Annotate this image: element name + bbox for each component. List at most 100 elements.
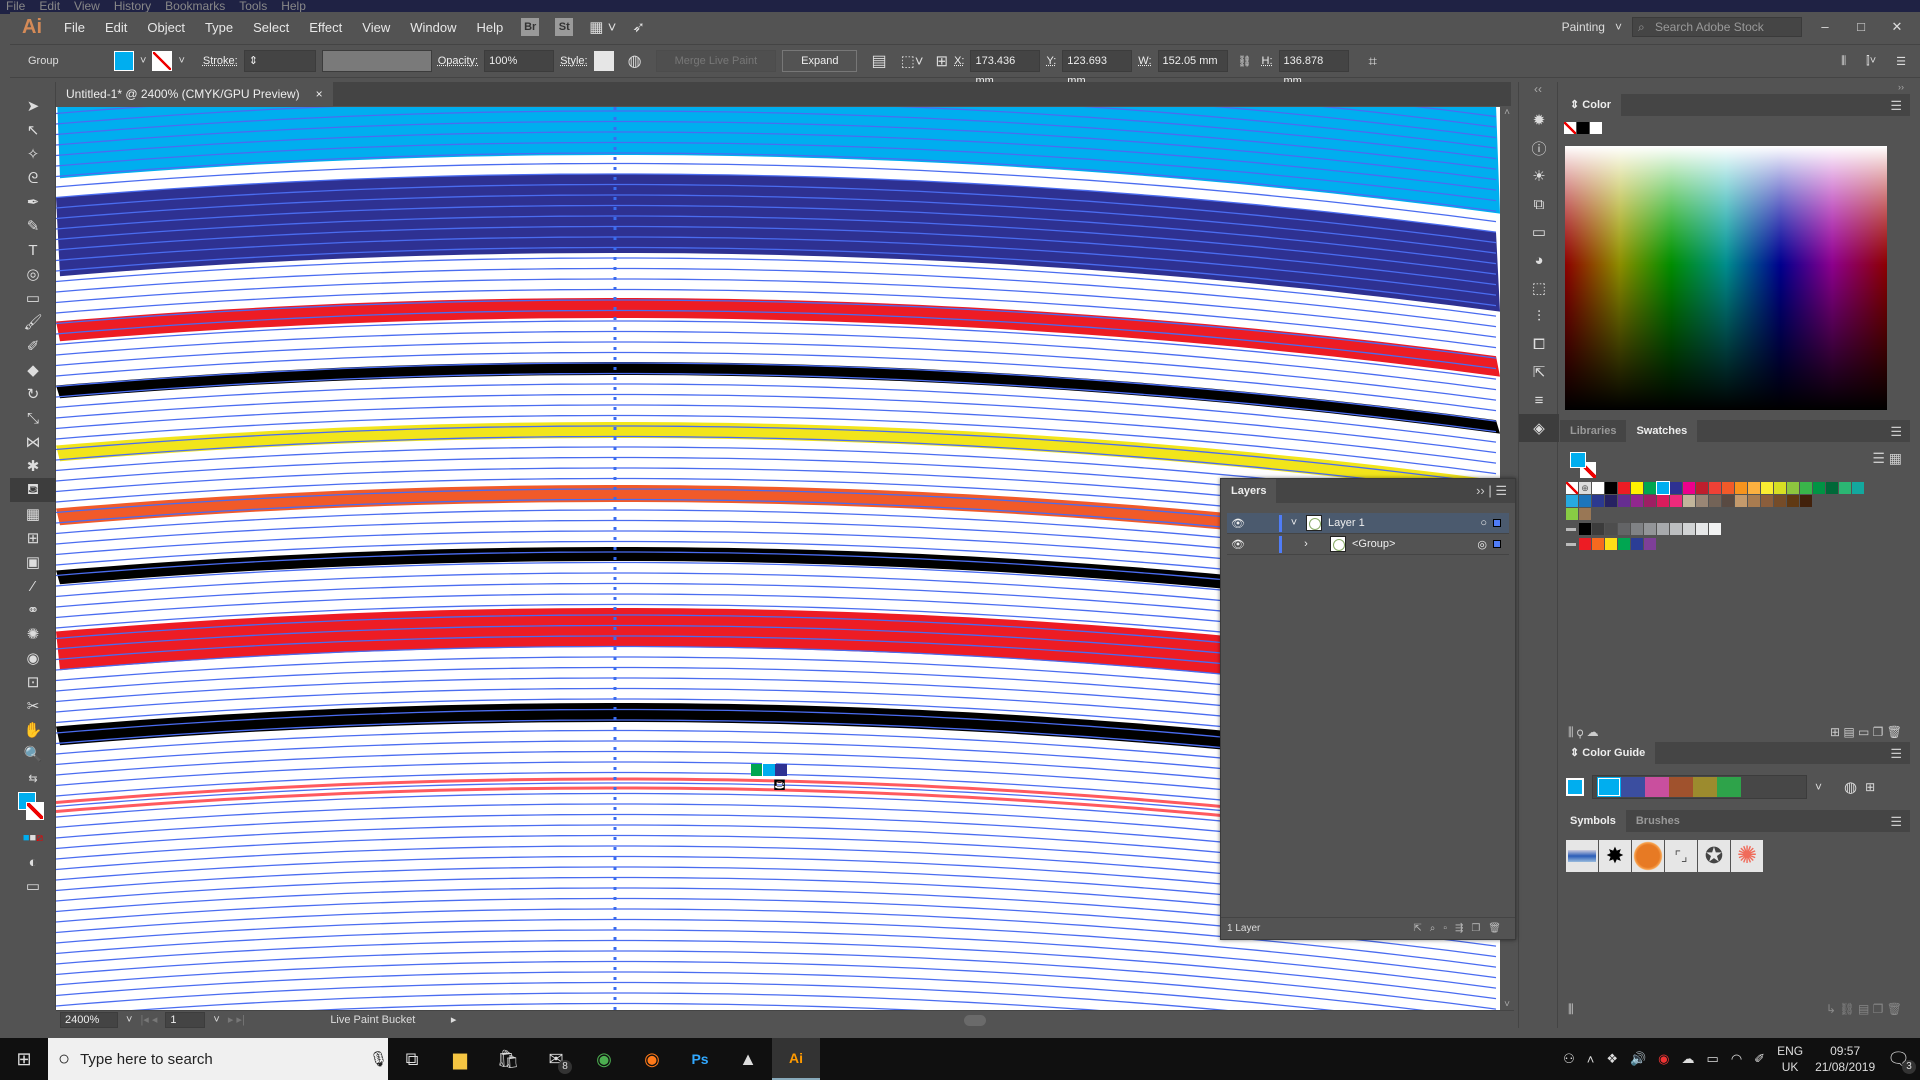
harmony-swatch[interactable] xyxy=(1645,777,1669,797)
panel-menu-icon[interactable]: ☰ xyxy=(1890,98,1902,114)
store-icon[interactable]: 🛍 xyxy=(484,1038,532,1080)
color-swatch[interactable] xyxy=(1748,482,1760,494)
symbol-blue-banner[interactable] xyxy=(1566,840,1598,872)
color-swatch[interactable] xyxy=(1852,482,1864,494)
layer-row-group[interactable]: 👁 › <Group> ◎ xyxy=(1227,534,1509,555)
gradient-tool-icon[interactable]: ▣ xyxy=(10,550,56,574)
link-proportions-icon[interactable]: ⛓ xyxy=(1238,55,1252,68)
color-swatch[interactable] xyxy=(1826,482,1838,494)
gray-swatch[interactable] xyxy=(1696,523,1708,535)
color-swatch[interactable] xyxy=(1787,495,1799,507)
pattern-swatch[interactable] xyxy=(1566,508,1578,520)
document-setup-icon[interactable]: ▤ xyxy=(871,51,886,71)
harmony-colors[interactable] xyxy=(1592,775,1807,799)
maximize-button[interactable]: □ xyxy=(1848,17,1874,37)
symbol-actions-icons[interactable]: ↳ ⛓ ▤ ❐ 🗑 xyxy=(1826,1002,1902,1017)
panel-menu-icon[interactable]: ☰ xyxy=(1890,424,1902,440)
width-tool-icon[interactable]: ⋈ xyxy=(10,430,56,454)
selection-tool-icon[interactable]: ➤ xyxy=(10,94,56,118)
color-swatch[interactable] xyxy=(1722,495,1734,507)
color-swatch[interactable] xyxy=(1735,482,1747,494)
curvature-tool-icon[interactable]: ✎ xyxy=(10,214,56,238)
color-swatch[interactable] xyxy=(1670,495,1682,507)
cloud-icon[interactable]: ☁ xyxy=(1682,1051,1695,1067)
pathfinder-icon[interactable]: ⧠ xyxy=(1519,330,1559,358)
pattern-swatch[interactable] xyxy=(1579,508,1591,520)
task-view-icon[interactable]: ⧉ xyxy=(388,1038,436,1080)
taskbar-search[interactable]: ○ Type here to search 🎙 xyxy=(48,1038,388,1080)
inkscape-icon[interactable]: ▲ xyxy=(724,1038,772,1080)
file-explorer-icon[interactable]: ▆ xyxy=(436,1038,484,1080)
harmony-swatch[interactable] xyxy=(1717,777,1741,797)
collapse-chevron-icon[interactable]: ˅ xyxy=(1282,517,1306,529)
stroke-panel-icon[interactable]: ≡ xyxy=(1519,386,1559,414)
bright-swatch[interactable] xyxy=(1605,538,1617,550)
clock-time[interactable]: 09:57 xyxy=(1815,1043,1875,1059)
close-tab-button[interactable]: × xyxy=(316,82,323,106)
bright-swatch[interactable] xyxy=(1618,538,1630,550)
language-region[interactable]: UK xyxy=(1777,1059,1803,1075)
screen-mode-icon[interactable]: ▭ xyxy=(10,874,56,898)
mesh-tool-icon[interactable]: ⊞ xyxy=(10,526,56,550)
transform-icon[interactable]: ⬚ xyxy=(1519,274,1559,302)
zoom-tool-icon[interactable]: 🔍 xyxy=(10,742,56,766)
document-tab[interactable]: Untitled-1* @ 2400% (CMYK/GPU Preview) × xyxy=(56,82,333,106)
align-panel-icon[interactable]: ⫶ xyxy=(1519,302,1559,330)
control-menu-icon[interactable]: ☰ xyxy=(1896,55,1906,68)
stroke-label[interactable]: Stroke: xyxy=(203,55,238,67)
visibility-eye-icon[interactable]: 👁 xyxy=(1227,517,1249,530)
swatch-fill-stroke[interactable] xyxy=(1566,448,1904,478)
align-icon[interactable]: ⫼ xyxy=(1841,55,1846,68)
target-icon[interactable]: ○ xyxy=(1480,517,1487,529)
bright-swatch[interactable] xyxy=(1579,538,1591,550)
recolor-artwork-icon[interactable]: ◍ xyxy=(628,51,642,71)
color-tab[interactable]: ⇕ Color xyxy=(1560,94,1622,116)
style-label[interactable]: Style: xyxy=(560,55,588,67)
menu-window[interactable]: Window xyxy=(410,20,456,35)
eyedropper-tool-icon[interactable]: ⁄ xyxy=(10,574,56,598)
color-swatch[interactable] xyxy=(1800,495,1812,507)
graph-tool-icon[interactable]: ◉ xyxy=(10,646,56,670)
show-hidden-icons[interactable]: ˄ xyxy=(1587,1052,1595,1067)
menu-help[interactable]: Help xyxy=(476,20,503,35)
pen-tool-icon[interactable]: ✒ xyxy=(10,190,56,214)
arrange-documents-icon[interactable]: ▦ ˅ xyxy=(589,18,616,36)
black-swatch[interactable] xyxy=(1577,122,1589,134)
swap-fill-stroke-icon[interactable]: ⇆ xyxy=(10,766,56,790)
y-field[interactable]: 123.693 mm xyxy=(1062,50,1133,87)
color-swatch[interactable] xyxy=(1709,495,1721,507)
rectangle-tool-icon[interactable]: ▭ xyxy=(10,286,56,310)
info-icon[interactable]: ⓘ xyxy=(1519,134,1559,162)
wifi-icon[interactable]: ◠ xyxy=(1731,1051,1742,1067)
layer-name[interactable]: <Group> xyxy=(1352,538,1477,550)
export-icon[interactable]: ⇱ xyxy=(1519,358,1559,386)
gray-swatch[interactable] xyxy=(1683,523,1695,535)
blob-brush-tool-icon[interactable]: ✐ xyxy=(10,334,56,358)
gray-swatch[interactable] xyxy=(1657,523,1669,535)
fill-stroke-indicator[interactable] xyxy=(10,790,55,826)
pen-icon[interactable]: ✐ xyxy=(1754,1051,1765,1067)
harmony-swatch[interactable] xyxy=(1621,777,1645,797)
system-tray[interactable]: ⚇ ˄ ❖ 🔊 ◉ ☁ ▭ ◠ ✐ ENG UK 09:57 21/08/2019 🗨 3 xyxy=(1563,1043,1920,1075)
color-swatch[interactable] xyxy=(1722,482,1734,494)
gray-swatch[interactable] xyxy=(1605,523,1617,535)
battery-icon[interactable]: ▭ xyxy=(1707,1051,1719,1067)
stroke-swatch[interactable] xyxy=(152,51,173,71)
menu-object[interactable]: Object xyxy=(147,20,185,35)
magic-wand-tool-icon[interactable]: ✧ xyxy=(10,142,56,166)
color-swatch[interactable] xyxy=(1696,482,1708,494)
color-guide-tab[interactable]: ⇕ Color Guide xyxy=(1560,742,1656,764)
symbol-crop-marks[interactable]: ⌜⌟ xyxy=(1665,840,1697,872)
gpu-performance-icon[interactable]: ➶ xyxy=(632,18,645,36)
hand-tool-icon[interactable]: ✋ xyxy=(10,718,56,742)
symbol-orange-button[interactable] xyxy=(1632,840,1664,872)
graphic-styles-icon[interactable]: ⧉ xyxy=(1519,190,1559,218)
layers-footer-icons[interactable]: ⇱⌕▫⇶❐🗑 xyxy=(1413,923,1509,934)
properties-icon[interactable]: ✹ xyxy=(1519,106,1559,134)
swatch-libraries-icon[interactable]: ⫼ ⚲ ☁ xyxy=(1568,725,1599,740)
gray-swatch[interactable] xyxy=(1618,523,1630,535)
menu-view[interactable]: View xyxy=(362,20,390,35)
microphone-icon[interactable]: 🎙 xyxy=(369,1050,388,1068)
expand-chevron-icon[interactable]: › xyxy=(1282,538,1330,550)
symbol-sprayer-tool-icon[interactable]: ✺ xyxy=(10,622,56,646)
